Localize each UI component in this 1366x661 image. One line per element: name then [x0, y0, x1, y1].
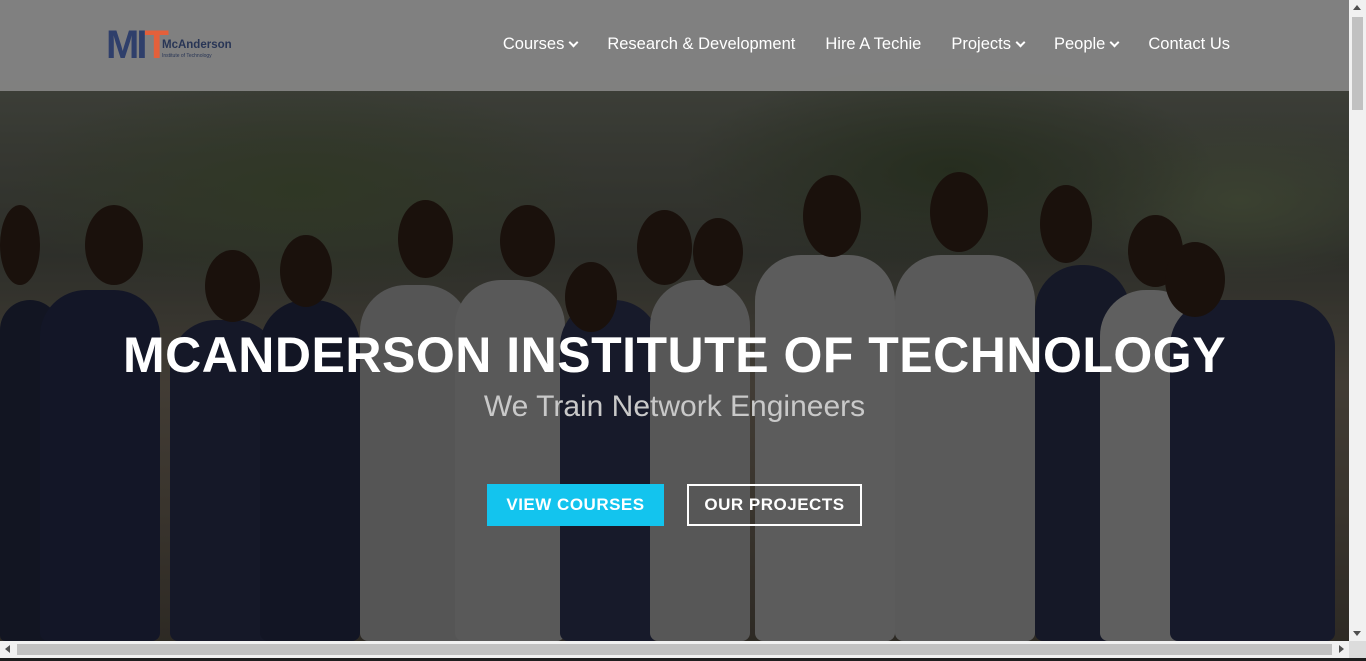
scrollbar-corner — [1349, 641, 1366, 658]
hero-section: MCANDERSON INSTITUTE OF TECHNOLOGY We Tr… — [0, 0, 1349, 641]
logo-tagline: Institute of Technology — [162, 53, 212, 59]
scroll-left-icon[interactable] — [5, 645, 10, 653]
nav-item-courses[interactable]: Courses — [503, 35, 579, 54]
hero-title: MCANDERSON INSTITUTE OF TECHNOLOGY — [122, 327, 1227, 383]
nav-item-contact-us[interactable]: Contact Us — [1148, 35, 1230, 54]
our-projects-button[interactable]: OUR PROJECTS — [687, 484, 862, 526]
horizontal-scroll-thumb[interactable] — [17, 644, 1332, 655]
view-courses-button[interactable]: VIEW COURSES — [487, 484, 664, 526]
nav-item-hire-a-techie[interactable]: Hire A Techie — [825, 35, 921, 54]
chevron-down-icon — [1109, 37, 1120, 48]
logo-name: McAnderson — [162, 39, 232, 51]
nav-item-people[interactable]: People — [1054, 35, 1120, 54]
hero-subtitle: We Train Network Engineers — [483, 390, 866, 423]
site-logo[interactable]: MIT McAnderson Institute of Technology — [106, 25, 236, 67]
logo-mark: MIT — [106, 23, 169, 67]
nav-item-projects[interactable]: Projects — [951, 35, 1026, 54]
horizontal-scrollbar[interactable] — [0, 641, 1349, 658]
chevron-down-icon — [568, 37, 579, 48]
scroll-up-icon[interactable] — [1353, 5, 1361, 10]
vertical-scroll-thumb[interactable] — [1352, 17, 1363, 110]
main-nav: Courses Research & Development Hire A Te… — [473, 35, 1230, 54]
chevron-down-icon — [1015, 37, 1026, 48]
vertical-scrollbar[interactable] — [1349, 0, 1366, 641]
nav-item-research-development[interactable]: Research & Development — [607, 35, 795, 54]
scroll-right-icon[interactable] — [1339, 645, 1344, 653]
top-navbar: MIT McAnderson Institute of Technology C… — [0, 0, 1349, 91]
scroll-down-icon[interactable] — [1353, 631, 1361, 636]
